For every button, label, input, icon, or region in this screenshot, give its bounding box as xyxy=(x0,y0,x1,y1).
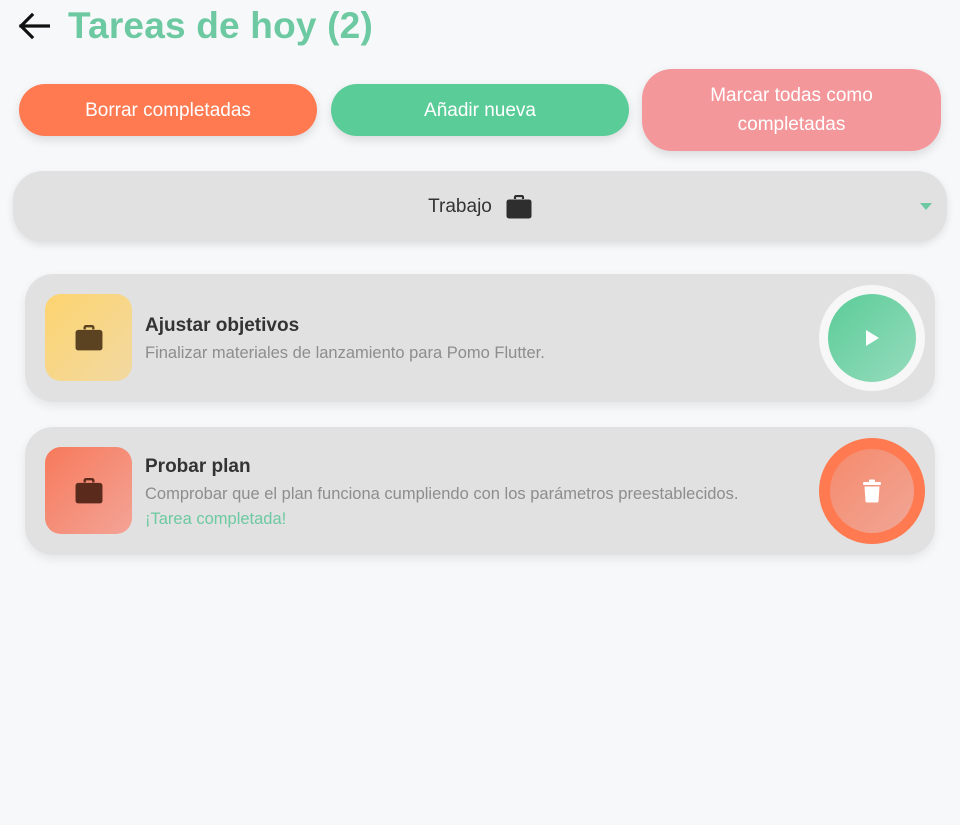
task-card: Ajustar objetivos Finalizar materiales d… xyxy=(25,274,935,402)
task-title: Probar plan xyxy=(145,456,251,477)
task-completed-status: ¡Tarea completada! xyxy=(145,510,287,528)
page-title: Tareas de hoy (2) xyxy=(68,5,373,46)
briefcase-icon xyxy=(75,477,102,503)
category-dropdown[interactable]: Trabajo xyxy=(13,171,947,242)
task-category-icon xyxy=(45,447,132,534)
clear-completed-button[interactable]: Borrar completadas xyxy=(19,84,317,136)
mark-all-completed-button[interactable]: Marcar todas como completadas xyxy=(642,69,941,151)
chevron-down-icon xyxy=(920,203,932,210)
task-title: Ajustar objetivos xyxy=(145,315,300,336)
task-category-icon xyxy=(45,294,132,381)
briefcase-icon xyxy=(75,324,102,350)
task-list-screen: Tareas de hoy (2) Borrar completadas Aña… xyxy=(0,0,960,825)
add-task-button[interactable]: Añadir nueva xyxy=(331,84,629,136)
start-task-button[interactable] xyxy=(819,285,925,391)
delete-task-button[interactable] xyxy=(819,438,925,544)
back-button[interactable] xyxy=(14,6,54,46)
task-description: Finalizar materiales de lanzamiento para… xyxy=(145,344,545,362)
play-icon xyxy=(866,330,879,346)
briefcase-icon xyxy=(506,194,532,218)
arrow-left-icon xyxy=(18,12,50,40)
category-selected-label: Trabajo xyxy=(428,195,492,217)
trash-icon xyxy=(863,479,881,503)
task-card: Probar plan Comprobar que el plan funcio… xyxy=(25,427,935,555)
task-description: Comprobar que el plan funciona cumpliend… xyxy=(145,485,739,503)
